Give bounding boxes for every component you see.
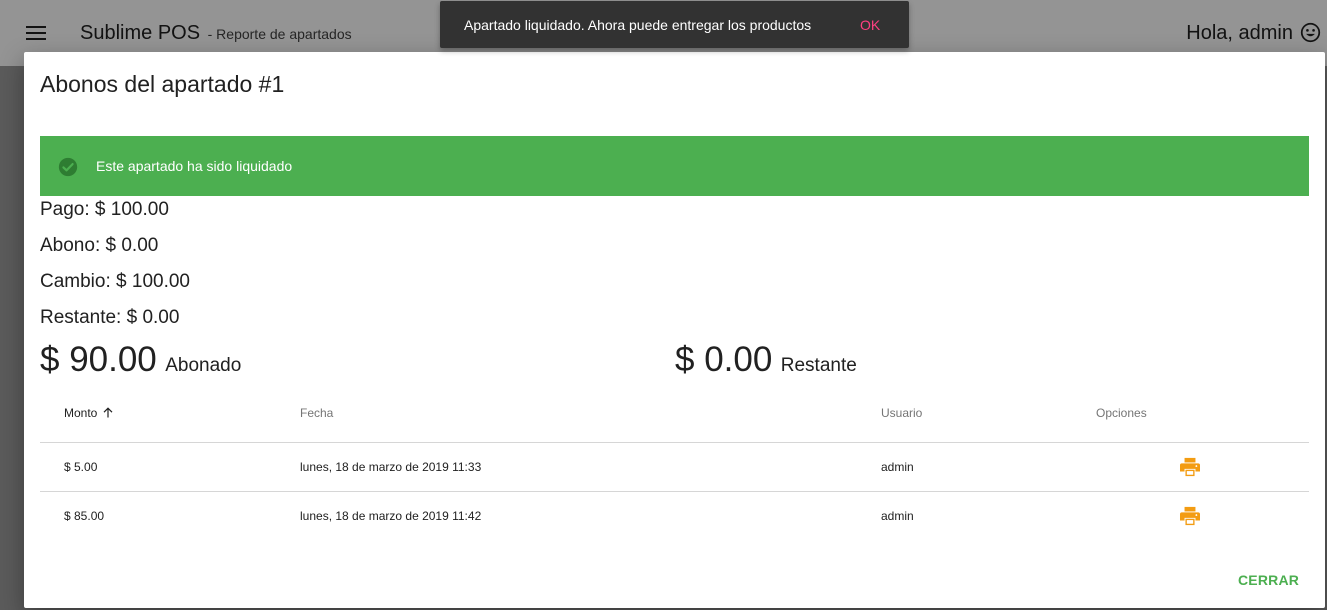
column-header-fecha[interactable]: Fecha <box>300 406 333 420</box>
row-1-usuario: admin <box>881 460 914 474</box>
close-button[interactable]: CERRAR <box>1238 572 1299 588</box>
detail-cambio: Cambio: $ 100.00 <box>40 271 190 292</box>
alert-text: Este apartado ha sido liquidado <box>96 158 293 174</box>
snackbar: Apartado liquidado. Ahora puede entregar… <box>440 1 909 48</box>
column-header-monto[interactable]: Monto <box>64 406 113 420</box>
row-1-monto: $ 5.00 <box>64 460 98 474</box>
restante-amount: $ 0.00 <box>675 340 773 379</box>
arrow-up-icon <box>103 407 113 418</box>
column-header-usuario[interactable]: Usuario <box>881 406 922 420</box>
snackbar-message: Apartado liquidado. Ahora puede entregar… <box>464 16 812 33</box>
detail-pago: Pago: $ 100.00 <box>40 199 169 220</box>
total-abonado: $ 90.00 Abonado <box>40 340 241 380</box>
detail-abono: Abono: $ 0.00 <box>40 235 159 256</box>
row-1-fecha: lunes, 18 de marzo de 2019 11:33 <box>300 460 482 474</box>
dialog-title: Abonos del apartado #1 <box>40 71 285 97</box>
row-2-fecha: lunes, 18 de marzo de 2019 11:42 <box>300 509 482 523</box>
detail-restante: Restante: $ 0.00 <box>40 307 180 328</box>
abonado-label: Abonado <box>165 355 242 376</box>
abonado-amount: $ 90.00 <box>40 340 157 379</box>
restante-label: Restante <box>780 355 857 376</box>
table-header-divider <box>40 442 1309 443</box>
table-row-divider <box>40 491 1309 492</box>
column-header-opciones: Opciones <box>1096 406 1147 420</box>
row-2-usuario: admin <box>881 509 914 523</box>
column-label-monto: Monto <box>64 406 98 420</box>
print-icon[interactable] <box>1179 457 1201 477</box>
total-restante: $ 0.00 Restante <box>675 340 857 380</box>
row-2-monto: $ 85.00 <box>64 509 105 523</box>
payments-dialog: Abonos del apartado #1 Este apartado ha … <box>24 52 1325 608</box>
snackbar-ok-button[interactable]: OK <box>860 17 880 33</box>
print-icon[interactable] <box>1179 506 1201 526</box>
check-circle-icon <box>58 157 78 177</box>
success-alert: Este apartado ha sido liquidado <box>40 136 1309 196</box>
